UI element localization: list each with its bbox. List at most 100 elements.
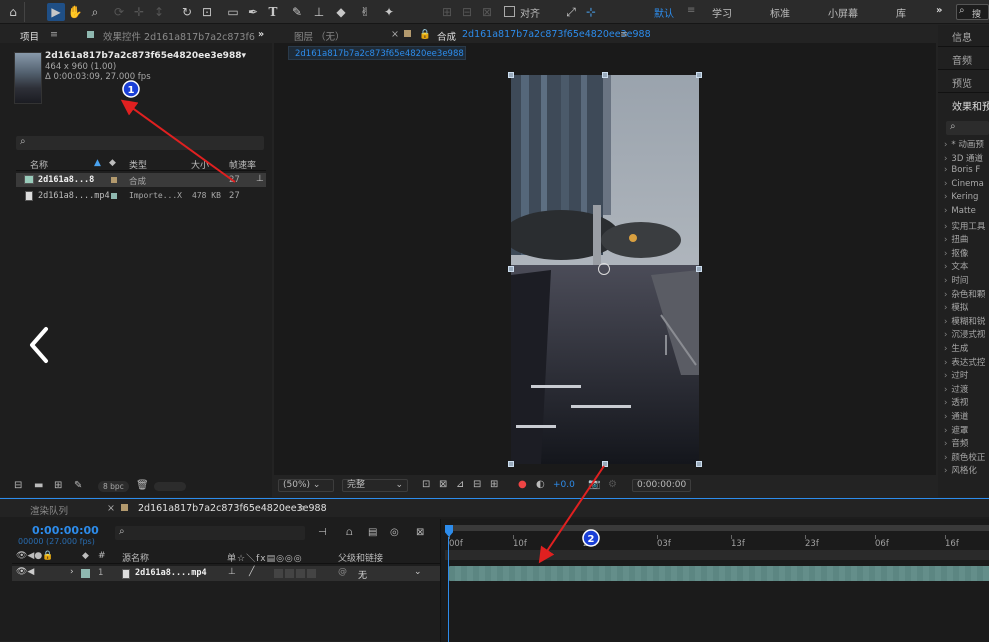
zoom-tool-icon[interactable]: ⌕ bbox=[86, 3, 104, 21]
effect-category[interactable]: 过时 bbox=[944, 369, 968, 381]
clone-stamp-tool-icon[interactable]: ⊥ bbox=[310, 3, 328, 21]
info-panel-tab[interactable]: 信息 bbox=[938, 25, 989, 47]
preview-panel-tab[interactable]: 预览 bbox=[938, 71, 989, 93]
mask-visibility-icon[interactable]: ⊿ bbox=[456, 479, 464, 490]
effect-category[interactable]: 3D 通道 bbox=[944, 152, 983, 164]
label-tag-icon[interactable]: ◆ bbox=[109, 158, 116, 170]
tab-effect-controls[interactable]: 效果控件 2d161a817b7a2c873f6 bbox=[103, 29, 255, 43]
transform-handle[interactable] bbox=[602, 72, 608, 78]
effect-category[interactable]: 文本 bbox=[944, 260, 968, 272]
pan-behind-tool-icon[interactable]: ⊡ bbox=[198, 3, 216, 21]
effect-category[interactable]: 透视 bbox=[944, 396, 968, 408]
timeline-navigator[interactable] bbox=[445, 550, 989, 560]
frame-blending-icon[interactable]: ▤ bbox=[368, 527, 377, 538]
hand-tool-icon[interactable]: ✋ bbox=[66, 3, 84, 21]
timeline-track-area[interactable]: 00f 10f 20f 03f 13f 23f 06f 16f bbox=[440, 519, 989, 642]
tab-menu-icon[interactable]: ≡ bbox=[298, 503, 306, 514]
workspace-standard[interactable]: 标准 bbox=[770, 5, 790, 20]
tab-project[interactable]: 项目 bbox=[20, 29, 39, 43]
layer-duration-bar[interactable] bbox=[449, 566, 989, 581]
axis-world-icon[interactable]: ⊟ bbox=[458, 3, 476, 21]
effect-category[interactable]: Cinema bbox=[944, 179, 983, 189]
motion-blur-icon[interactable]: ◎ bbox=[390, 527, 399, 538]
home-icon[interactable]: ⌂ bbox=[4, 3, 22, 21]
anchor-point-icon[interactable] bbox=[598, 263, 610, 275]
project-settings-icon[interactable]: ✎ bbox=[74, 480, 82, 491]
audio-panel-tab[interactable]: 音频 bbox=[938, 48, 989, 70]
transform-handle[interactable] bbox=[602, 461, 608, 467]
shy-switch-icon[interactable]: ⊥ bbox=[228, 567, 236, 577]
transform-handle[interactable] bbox=[696, 461, 702, 467]
snap-target-icon[interactable]: ⊹ bbox=[582, 3, 600, 21]
exposure-value[interactable]: +0.0 bbox=[553, 480, 575, 490]
axis-local-icon[interactable]: ⊞ bbox=[438, 3, 456, 21]
current-time-display[interactable]: 0:00:00:00 bbox=[632, 479, 692, 492]
bit-depth-button[interactable]: 8 bpc bbox=[98, 481, 129, 492]
brush-tool-icon[interactable]: ✎ bbox=[288, 3, 306, 21]
transform-handle[interactable] bbox=[508, 461, 514, 467]
transform-handle[interactable] bbox=[696, 72, 702, 78]
effect-category[interactable]: 杂色和颗 bbox=[944, 288, 985, 300]
flowchart-icon[interactable]: ⊥ bbox=[256, 174, 264, 184]
new-folder-icon[interactable]: ▬ bbox=[34, 480, 43, 491]
3d-view-icon[interactable]: ⊞ bbox=[490, 479, 498, 490]
workspace-default[interactable]: 默认 bbox=[654, 5, 674, 20]
roto-brush-tool-icon[interactable]: ✌ bbox=[356, 3, 374, 21]
timeline-layer-row[interactable]: 👁◀ › 1 2d161a8....mp4 ⊥ ╱ @ 无 ⌄ bbox=[12, 566, 440, 581]
layer-switch-boxes[interactable] bbox=[274, 569, 318, 578]
snapshot-icon[interactable]: 📷 bbox=[588, 479, 600, 490]
effect-category[interactable]: Boris F bbox=[944, 165, 980, 175]
panel-overflow-icon[interactable]: » bbox=[258, 29, 264, 40]
workspace-overflow-icon[interactable]: » bbox=[936, 5, 942, 16]
back-arrow-icon[interactable] bbox=[26, 325, 52, 365]
exposure-reset-icon[interactable]: ◐ bbox=[536, 479, 545, 490]
timeline-search-input[interactable]: ⌕ bbox=[115, 526, 305, 540]
effect-category[interactable]: 表达式控 bbox=[944, 356, 985, 368]
effect-category[interactable]: 时间 bbox=[944, 274, 968, 286]
effect-category[interactable]: 模糊和锐 bbox=[944, 315, 985, 327]
parent-value[interactable]: 无 bbox=[358, 568, 367, 581]
tab-menu-icon[interactable]: ≡ bbox=[50, 29, 58, 40]
col-name[interactable]: 名称 bbox=[30, 158, 48, 171]
eraser-tool-icon[interactable]: ◆ bbox=[332, 3, 350, 21]
parent-dropdown-icon[interactable]: ⌄ bbox=[414, 567, 422, 577]
col-size[interactable]: 大小 bbox=[191, 158, 209, 171]
workspace-menu-icon[interactable]: ≡ bbox=[687, 5, 695, 16]
quality-switch-icon[interactable]: ╱ bbox=[249, 567, 254, 577]
snap-options-icon[interactable]: ⤢ bbox=[562, 3, 580, 21]
region-of-interest-icon[interactable]: ⊡ bbox=[422, 479, 430, 490]
snap-checkbox[interactable] bbox=[504, 6, 515, 17]
rotate-tool-icon[interactable]: ↻ bbox=[178, 3, 196, 21]
effect-category[interactable]: 过渡 bbox=[944, 383, 968, 395]
guides-icon[interactable]: ⊟ bbox=[473, 479, 481, 490]
composition-flowchart-icon[interactable]: ⊣ bbox=[318, 527, 327, 538]
effect-category[interactable]: Matte bbox=[944, 206, 975, 216]
effect-category[interactable]: 实用工具 bbox=[944, 220, 985, 232]
table-row[interactable]: 2d161a8...8 合成 27 ⊥ bbox=[16, 173, 266, 187]
color-channel-icon[interactable]: ● bbox=[518, 479, 527, 490]
col-parent[interactable]: 父级和链接 bbox=[338, 551, 383, 564]
effects-presets-title[interactable]: 效果和预 bbox=[952, 98, 989, 113]
transform-handle[interactable] bbox=[696, 266, 702, 272]
shy-layers-icon[interactable]: ⩍ bbox=[346, 527, 353, 538]
layer-name[interactable]: 2d161a8....mp4 bbox=[135, 568, 207, 578]
effect-category[interactable]: Kering bbox=[944, 192, 978, 202]
transform-handle[interactable] bbox=[508, 72, 514, 78]
tab-layer[interactable]: 图层 （无） bbox=[294, 29, 345, 43]
help-search-box[interactable]: ⌕ 搜 bbox=[956, 4, 989, 20]
show-snapshot-icon[interactable]: ⚙ bbox=[608, 479, 617, 490]
expand-layer-icon[interactable]: › bbox=[70, 567, 74, 577]
col-source-name[interactable]: 源名称 bbox=[122, 551, 149, 564]
workspace-libraries[interactable]: 库 bbox=[896, 5, 906, 20]
effect-category[interactable]: 遮罩 bbox=[944, 424, 968, 436]
effect-category[interactable]: * 动画预 bbox=[944, 138, 983, 150]
tab-render-queue[interactable]: 渲染队列 bbox=[30, 503, 68, 517]
table-row[interactable]: 2d161a8....mp4 Importe...X 478 KB 27 bbox=[16, 189, 266, 203]
pick-whip-icon[interactable]: @ bbox=[338, 567, 347, 577]
dolly-camera-icon[interactable]: ↕ bbox=[150, 3, 168, 21]
effect-category[interactable]: 颜色校正 bbox=[944, 451, 985, 463]
pen-tool-icon[interactable]: ✒ bbox=[244, 3, 262, 21]
effect-category[interactable]: 扭曲 bbox=[944, 233, 968, 245]
workspace-small-screen[interactable]: 小屏幕 bbox=[828, 5, 858, 20]
pan-camera-icon[interactable]: ✛ bbox=[130, 3, 148, 21]
